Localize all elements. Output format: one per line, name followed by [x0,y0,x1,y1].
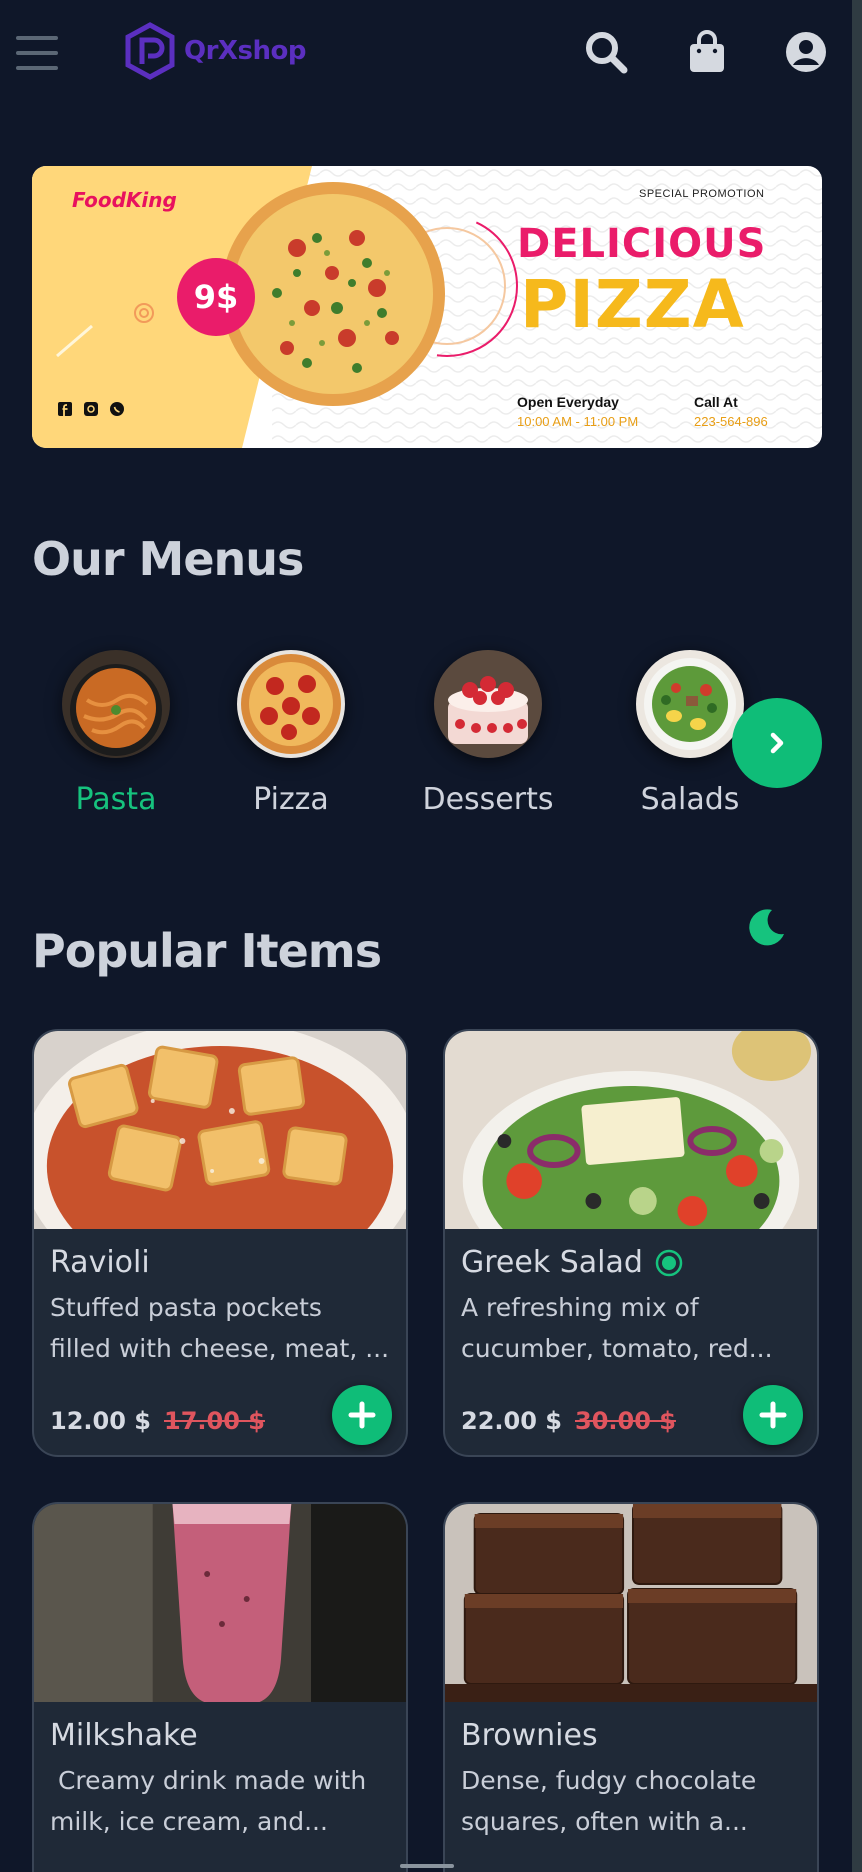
desserts-thumbnail [434,650,542,758]
popular-title: Popular Items [32,924,382,978]
product-description: Dense, fudgy chocolate squares, often wi… [461,1766,765,1836]
promo-headline-2: PIZZA [520,266,745,343]
promo-banner[interactable]: FoodKing 9$ SPECIAL PROMOTION DELICIOUS … [32,166,822,448]
product-card-ravioli[interactable]: Ravioli Stuffed pasta pockets filled wit… [32,1029,408,1457]
ravioli-image [34,1031,406,1229]
menu-category-label: Pizza [253,782,329,817]
pasta-thumbnail [62,650,170,758]
menu-category-label: Desserts [422,782,554,817]
chevron-right-icon [770,732,784,754]
pizza-thumbnail [237,650,345,758]
product-price: 12.00 $ [50,1407,151,1435]
product-name: Milkshake [50,1718,198,1753]
plus-icon [759,1401,787,1429]
moon-icon[interactable] [746,906,788,948]
product-price: 22.00 $ [461,1407,562,1435]
add-to-cart-button[interactable] [332,1385,392,1445]
instagram-icon [84,402,98,416]
product-description: Stuffed pasta pockets filled with cheese… [50,1293,390,1363]
menu-category-label: Pasta [75,782,157,817]
hexagon-logo-icon [125,22,175,80]
call-number: 223-564-896 [694,414,768,429]
product-card-brownies[interactable]: Brownies Dense, fudgy chocolate squares,… [443,1502,819,1872]
menus-next-button[interactable] [732,698,822,788]
home-indicator[interactable] [400,1864,454,1868]
add-to-cart-button[interactable] [743,1385,803,1445]
shopping-bag-icon[interactable] [683,28,731,76]
brownies-image [445,1504,817,1702]
banner-brand: FoodKing [72,188,177,212]
app-screen: QrXshop FoodKing 9$ SPECIAL PROMOTION DE… [0,0,852,1872]
search-icon[interactable] [582,28,630,76]
brand-logo[interactable]: QrXshop [124,22,306,80]
product-name: Brownies [461,1718,598,1753]
promo-headline-1: DELICIOUS [517,221,767,267]
plus-icon [348,1401,376,1429]
salads-thumbnail [636,650,744,758]
call-label: Call At [694,394,738,410]
open-hours: 10:00 AM - 11:00 PM [517,414,639,429]
product-card-greek-salad[interactable]: Greek Salad A refreshing mix of cucumber… [443,1029,819,1457]
promo-label: SPECIAL PROMOTION [639,188,765,200]
user-icon[interactable] [782,28,830,76]
menu-category-pizza[interactable]: Pizza [211,650,371,817]
product-name: Ravioli [50,1245,150,1280]
product-description: Creamy drink made with milk, ice cream, … [50,1766,375,1836]
hamburger-icon[interactable] [16,36,58,70]
greek-salad-image [445,1031,817,1229]
open-label: Open Everyday [517,394,619,410]
product-old-price: 17.00 $ [164,1407,265,1435]
whatsapp-icon [110,402,124,416]
milkshake-image [34,1504,406,1702]
facebook-icon [58,402,72,416]
product-name: Greek Salad [461,1245,683,1280]
veg-indicator-icon [655,1249,683,1276]
product-old-price: 30.00 $ [575,1407,676,1435]
product-card-milkshake[interactable]: Milkshake Creamy drink made with milk, i… [32,1502,408,1872]
brand-name: QrXshop [184,36,306,66]
window-edge [852,0,862,1872]
menu-category-desserts[interactable]: Desserts [408,650,568,817]
menu-category-pasta[interactable]: Pasta [36,650,196,817]
promo-price-badge: 9$ [177,258,255,336]
top-navbar: QrXshop [0,0,852,100]
menus-title: Our Menus [32,532,304,586]
menu-category-label: Salads [640,782,740,817]
product-description: A refreshing mix of cucumber, tomato, re… [461,1293,773,1363]
